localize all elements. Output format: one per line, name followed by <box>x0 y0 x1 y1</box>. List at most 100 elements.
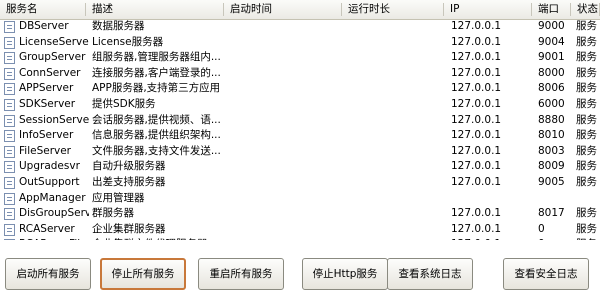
service-ip: 127.0.0.1 <box>451 207 502 220</box>
service-ip: 127.0.0.1 <box>451 113 502 126</box>
service-ip: 127.0.0.1 <box>451 20 502 32</box>
service-name: RCAProxyFile... <box>19 237 89 240</box>
service-port: 8880 <box>538 113 565 126</box>
table-row[interactable]: InfoServer 信息服务器,提供组织架构... 127.0.0.1 8010 服务 <box>0 128 600 144</box>
start-all-services-button[interactable]: 启动所有服务 <box>5 258 91 290</box>
service-name: InfoServer <box>19 129 74 142</box>
service-port: 8003 <box>538 144 565 157</box>
column-header-status[interactable]: 状态 <box>571 0 600 19</box>
service-port: 9004 <box>538 35 565 48</box>
service-status: 服务 <box>576 175 597 188</box>
service-ip <box>451 191 531 207</box>
service-description: 组服务器,管理服务器组内... <box>92 51 220 64</box>
table-row[interactable]: Upgradesvr 自动升级服务器 127.0.0.1 8009 服务 <box>0 159 600 175</box>
service-icon <box>4 239 15 240</box>
service-icon <box>4 36 15 49</box>
service-icon <box>4 176 15 189</box>
service-description: 出差支持服务器 <box>92 175 166 188</box>
column-header-uptime[interactable]: 运行时长 <box>342 0 444 19</box>
service-icon <box>4 130 15 143</box>
service-description: 会话服务器,提供视频、语... <box>92 113 220 126</box>
table-row[interactable]: RCAProxyFile...企业集群文件代理服务器 127.0.0.1 0服务 <box>0 237 600 240</box>
table-row[interactable]: SDKServer 提供SDK服务 127.0.0.1 6000 服务 <box>0 97 600 113</box>
table-row[interactable]: APPServer APP服务器,支持第三方应用 127.0.0.1 8006 服务 <box>0 81 600 97</box>
service-status: 服务 <box>576 144 597 157</box>
service-icon <box>4 21 15 33</box>
service-list[interactable]: 服务名 描述 启动时间 运行时长 IP 端口 状态 DBServer 数据服务器 1… <box>0 0 600 240</box>
service-icon <box>4 98 15 111</box>
service-description: 群服务器 <box>92 207 134 220</box>
service-port: 6000 <box>538 97 565 110</box>
service-status: 服务 <box>576 82 597 95</box>
table-row[interactable]: ConnServer 连接服务器,客户端登录的... 127.0.0.1 8000 服务 <box>0 66 600 82</box>
service-description: APP服务器,支持第三方应用 <box>92 82 220 95</box>
column-header-description[interactable]: 描述 <box>86 0 224 19</box>
service-description: 提供SDK服务 <box>92 97 156 110</box>
service-status: 服务 <box>576 35 597 48</box>
list-header: 服务名 描述 启动时间 运行时长 IP 端口 状态 <box>0 0 600 20</box>
table-row[interactable]: DBServer 数据服务器 127.0.0.1 9000 服务 <box>0 19 600 35</box>
service-description: 文件服务器,支持文件发送... <box>92 144 220 157</box>
service-port: 9005 <box>538 175 565 188</box>
service-name: ConnServer <box>19 66 81 79</box>
service-icon <box>4 161 15 174</box>
service-icon <box>4 83 15 96</box>
service-status: 服务 <box>576 20 597 32</box>
service-description: 企业集群服务器 <box>92 222 166 235</box>
service-icon <box>4 208 15 221</box>
column-header-port[interactable]: 端口 <box>532 0 571 19</box>
service-port: 8009 <box>538 160 565 173</box>
service-status: 服务 <box>576 97 597 110</box>
table-row[interactable]: AppManager 应用管理器 <box>0 191 600 207</box>
service-description: 应用管理器 <box>92 191 145 204</box>
service-description: 企业集群文件代理服务器 <box>92 237 220 240</box>
service-name: GroupServer <box>19 51 86 64</box>
table-row[interactable]: LicenseServer License服务器 127.0.0.1 9004 服务 <box>0 35 600 51</box>
table-row[interactable]: OutSupport 出差支持服务器 127.0.0.1 9005 服务 <box>0 175 600 191</box>
service-ip: 127.0.0.1 <box>451 222 502 235</box>
view-system-log-button[interactable]: 查看系统日志 <box>387 258 473 290</box>
service-port: 8000 <box>538 66 565 79</box>
stop-http-service-button[interactable]: 停止Http服务 <box>302 258 388 290</box>
service-description: License服务器 <box>92 35 164 48</box>
column-header-start-time[interactable]: 启动时间 <box>224 0 342 19</box>
table-row[interactable]: GroupServer 组服务器,管理服务器组内... 127.0.0.1 9001 服… <box>0 50 600 66</box>
table-row[interactable]: FileServer 文件服务器,支持文件发送... 127.0.0.1 8003 服务 <box>0 144 600 160</box>
table-row[interactable]: SessionServer 会话服务器,提供视频、语... 127.0.0.1 888… <box>0 113 600 129</box>
service-name: OutSupport <box>19 175 80 188</box>
view-security-log-button[interactable]: 查看安全日志 <box>503 258 589 290</box>
service-status: 服务 <box>576 237 600 240</box>
service-icon <box>4 67 15 80</box>
restart-all-services-button[interactable]: 重启所有服务 <box>198 258 284 290</box>
service-port: 0 <box>538 237 574 240</box>
service-ip: 127.0.0.1 <box>451 97 502 110</box>
service-status: 服务 <box>576 51 597 64</box>
service-name: AppManager <box>19 191 86 204</box>
column-header-service-name[interactable]: 服务名 <box>0 0 86 19</box>
service-icon <box>4 114 15 127</box>
service-description: 数据服务器 <box>92 20 145 32</box>
service-port: 8017 <box>538 207 565 220</box>
service-port: 9001 <box>538 51 565 64</box>
stop-all-services-button[interactable]: 停止所有服务 <box>100 258 186 290</box>
service-ip: 127.0.0.1 <box>451 82 502 95</box>
service-name: RCAServer <box>19 222 75 235</box>
service-icon <box>4 192 15 205</box>
service-name: DBServer <box>19 20 69 32</box>
service-ip: 127.0.0.1 <box>451 66 502 79</box>
service-port: 0 <box>538 222 545 235</box>
service-status: 服务 <box>576 207 597 220</box>
service-port <box>538 191 574 207</box>
service-status: 服务 <box>576 129 597 142</box>
column-header-ip[interactable]: IP <box>444 0 532 19</box>
table-row[interactable]: RCAServer 企业集群服务器 127.0.0.1 0 服务 <box>0 222 600 238</box>
service-status: 服务 <box>576 113 597 126</box>
service-port: 9000 <box>538 20 565 32</box>
service-ip: 127.0.0.1 <box>451 51 502 64</box>
service-ip: 127.0.0.1 <box>451 237 531 240</box>
table-row[interactable]: DisGroupServer群服务器 127.0.0.1 8017 服务 <box>0 206 600 222</box>
service-icon <box>4 52 15 65</box>
service-ip: 127.0.0.1 <box>451 35 502 48</box>
service-status: 服务 <box>576 66 597 79</box>
service-port: 8010 <box>538 129 565 142</box>
